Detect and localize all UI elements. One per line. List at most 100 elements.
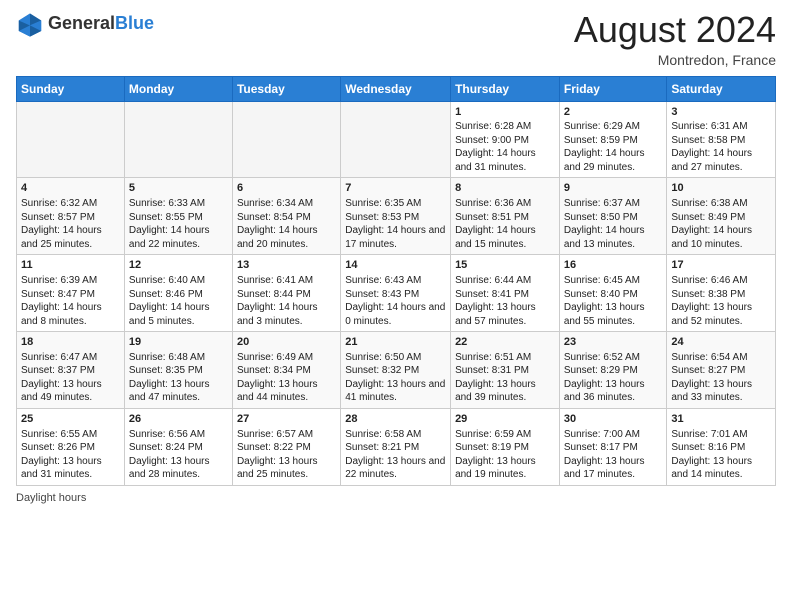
day-info: Sunrise: 6:55 AM Sunset: 8:26 PM Dayligh… [21,428,120,482]
table-row: 28Sunrise: 6:58 AM Sunset: 8:21 PM Dayli… [341,408,451,485]
table-row: 4Sunrise: 6:32 AM Sunset: 8:57 PM Daylig… [17,178,125,255]
day-info: Sunrise: 7:01 AM Sunset: 8:16 PM Dayligh… [671,428,771,482]
table-row: 9Sunrise: 6:37 AM Sunset: 8:50 PM Daylig… [559,178,667,255]
day-number: 9 [564,181,663,196]
table-row: 22Sunrise: 6:51 AM Sunset: 8:31 PM Dayli… [451,332,560,409]
day-number: 19 [129,335,228,350]
header: GeneralBlue August 2024 Montredon, Franc… [16,10,776,68]
table-row: 19Sunrise: 6:48 AM Sunset: 8:35 PM Dayli… [124,332,232,409]
day-info: Sunrise: 6:46 AM Sunset: 8:38 PM Dayligh… [671,274,771,328]
day-number: 25 [21,412,120,427]
table-row: 2Sunrise: 6:29 AM Sunset: 8:59 PM Daylig… [559,101,667,178]
table-row: 25Sunrise: 6:55 AM Sunset: 8:26 PM Dayli… [17,408,125,485]
day-info: Sunrise: 6:52 AM Sunset: 8:29 PM Dayligh… [564,351,663,405]
table-row: 24Sunrise: 6:54 AM Sunset: 8:27 PM Dayli… [667,332,776,409]
day-info: Sunrise: 6:59 AM Sunset: 8:19 PM Dayligh… [455,428,555,482]
day-number: 8 [455,181,555,196]
day-info: Sunrise: 6:29 AM Sunset: 8:59 PM Dayligh… [564,120,663,174]
day-info: Sunrise: 7:00 AM Sunset: 8:17 PM Dayligh… [564,428,663,482]
calendar-week-row: 1Sunrise: 6:28 AM Sunset: 9:00 PM Daylig… [17,101,776,178]
day-info: Sunrise: 6:41 AM Sunset: 8:44 PM Dayligh… [237,274,336,328]
footer: Daylight hours [16,492,776,504]
logo: GeneralBlue [16,10,154,38]
day-info: Sunrise: 6:28 AM Sunset: 9:00 PM Dayligh… [455,120,555,174]
day-info: Sunrise: 6:56 AM Sunset: 8:24 PM Dayligh… [129,428,228,482]
table-row: 29Sunrise: 6:59 AM Sunset: 8:19 PM Dayli… [451,408,560,485]
calendar-table: Sunday Monday Tuesday Wednesday Thursday… [16,76,776,486]
col-wednesday: Wednesday [341,76,451,101]
day-number: 3 [671,105,771,120]
day-number: 14 [345,258,446,273]
table-row: 26Sunrise: 6:56 AM Sunset: 8:24 PM Dayli… [124,408,232,485]
location: Montredon, France [574,52,776,68]
day-info: Sunrise: 6:48 AM Sunset: 8:35 PM Dayligh… [129,351,228,405]
day-number: 31 [671,412,771,427]
day-info: Sunrise: 6:50 AM Sunset: 8:32 PM Dayligh… [345,351,446,405]
day-info: Sunrise: 6:51 AM Sunset: 8:31 PM Dayligh… [455,351,555,405]
table-row: 5Sunrise: 6:33 AM Sunset: 8:55 PM Daylig… [124,178,232,255]
table-row: 1Sunrise: 6:28 AM Sunset: 9:00 PM Daylig… [451,101,560,178]
col-sunday: Sunday [17,76,125,101]
day-info: Sunrise: 6:33 AM Sunset: 8:55 PM Dayligh… [129,197,228,251]
table-row: 21Sunrise: 6:50 AM Sunset: 8:32 PM Dayli… [341,332,451,409]
day-number: 26 [129,412,228,427]
logo-icon [16,10,44,38]
day-number: 12 [129,258,228,273]
title-block: August 2024 Montredon, France [574,10,776,68]
day-info: Sunrise: 6:37 AM Sunset: 8:50 PM Dayligh… [564,197,663,251]
table-row [341,101,451,178]
table-row: 7Sunrise: 6:35 AM Sunset: 8:53 PM Daylig… [341,178,451,255]
logo-general-text: General [48,13,115,33]
table-row: 27Sunrise: 6:57 AM Sunset: 8:22 PM Dayli… [232,408,340,485]
daylight-hours-label: Daylight hours [16,492,86,504]
calendar-header-row: Sunday Monday Tuesday Wednesday Thursday… [17,76,776,101]
table-row: 8Sunrise: 6:36 AM Sunset: 8:51 PM Daylig… [451,178,560,255]
day-number: 22 [455,335,555,350]
day-number: 5 [129,181,228,196]
logo-blue-text: Blue [115,13,154,33]
page: GeneralBlue August 2024 Montredon, Franc… [0,0,792,514]
day-info: Sunrise: 6:58 AM Sunset: 8:21 PM Dayligh… [345,428,446,482]
day-info: Sunrise: 6:34 AM Sunset: 8:54 PM Dayligh… [237,197,336,251]
day-info: Sunrise: 6:45 AM Sunset: 8:40 PM Dayligh… [564,274,663,328]
table-row: 6Sunrise: 6:34 AM Sunset: 8:54 PM Daylig… [232,178,340,255]
day-number: 1 [455,105,555,120]
table-row: 17Sunrise: 6:46 AM Sunset: 8:38 PM Dayli… [667,255,776,332]
day-info: Sunrise: 6:49 AM Sunset: 8:34 PM Dayligh… [237,351,336,405]
day-number: 11 [21,258,120,273]
day-number: 28 [345,412,446,427]
col-friday: Friday [559,76,667,101]
day-number: 10 [671,181,771,196]
day-info: Sunrise: 6:44 AM Sunset: 8:41 PM Dayligh… [455,274,555,328]
calendar-week-row: 4Sunrise: 6:32 AM Sunset: 8:57 PM Daylig… [17,178,776,255]
day-info: Sunrise: 6:47 AM Sunset: 8:37 PM Dayligh… [21,351,120,405]
table-row: 14Sunrise: 6:43 AM Sunset: 8:43 PM Dayli… [341,255,451,332]
day-number: 21 [345,335,446,350]
day-info: Sunrise: 6:38 AM Sunset: 8:49 PM Dayligh… [671,197,771,251]
col-thursday: Thursday [451,76,560,101]
day-number: 7 [345,181,446,196]
table-row: 10Sunrise: 6:38 AM Sunset: 8:49 PM Dayli… [667,178,776,255]
day-number: 15 [455,258,555,273]
table-row: 13Sunrise: 6:41 AM Sunset: 8:44 PM Dayli… [232,255,340,332]
table-row: 31Sunrise: 7:01 AM Sunset: 8:16 PM Dayli… [667,408,776,485]
day-info: Sunrise: 6:32 AM Sunset: 8:57 PM Dayligh… [21,197,120,251]
calendar-week-row: 18Sunrise: 6:47 AM Sunset: 8:37 PM Dayli… [17,332,776,409]
month-year: August 2024 [574,10,776,50]
table-row [124,101,232,178]
col-saturday: Saturday [667,76,776,101]
table-row: 30Sunrise: 7:00 AM Sunset: 8:17 PM Dayli… [559,408,667,485]
day-number: 27 [237,412,336,427]
day-number: 29 [455,412,555,427]
table-row: 16Sunrise: 6:45 AM Sunset: 8:40 PM Dayli… [559,255,667,332]
table-row: 23Sunrise: 6:52 AM Sunset: 8:29 PM Dayli… [559,332,667,409]
day-number: 2 [564,105,663,120]
table-row: 12Sunrise: 6:40 AM Sunset: 8:46 PM Dayli… [124,255,232,332]
calendar-week-row: 11Sunrise: 6:39 AM Sunset: 8:47 PM Dayli… [17,255,776,332]
day-info: Sunrise: 6:54 AM Sunset: 8:27 PM Dayligh… [671,351,771,405]
day-info: Sunrise: 6:43 AM Sunset: 8:43 PM Dayligh… [345,274,446,328]
table-row: 3Sunrise: 6:31 AM Sunset: 8:58 PM Daylig… [667,101,776,178]
day-number: 24 [671,335,771,350]
day-info: Sunrise: 6:39 AM Sunset: 8:47 PM Dayligh… [21,274,120,328]
day-number: 6 [237,181,336,196]
